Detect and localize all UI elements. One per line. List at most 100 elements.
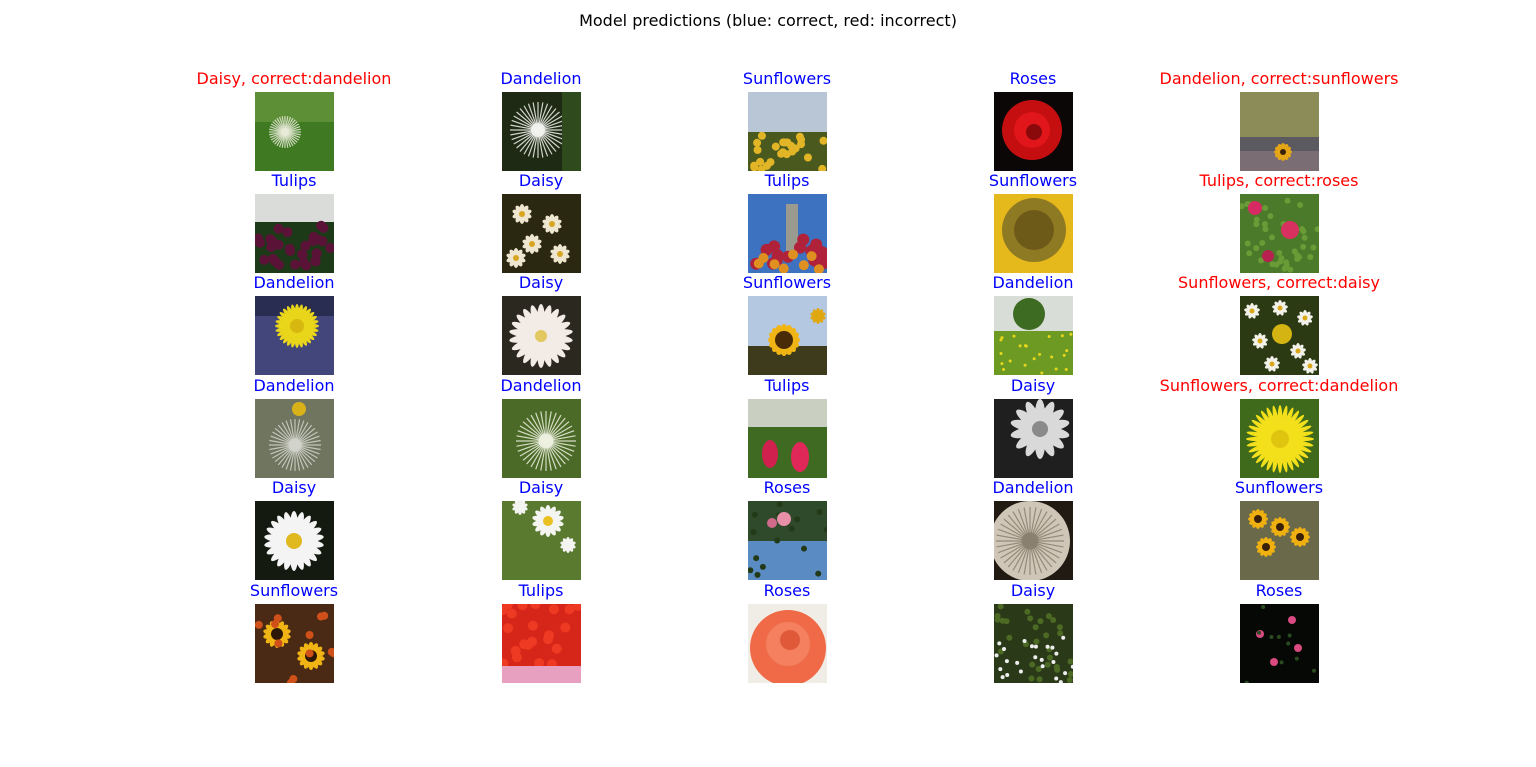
flower-image <box>1240 399 1319 478</box>
prediction-label: Tulips, correct:roses <box>1199 171 1359 190</box>
sunflower-closeup-image <box>994 194 1073 273</box>
daisies-field-image <box>502 501 581 580</box>
dandelion-seedhead-large-image <box>994 501 1073 580</box>
white-daisy-dark-image <box>255 501 334 580</box>
sunflower-sky-image <box>748 296 827 375</box>
prediction-label: Daisy <box>518 273 564 292</box>
prediction-cell: Roses <box>667 582 907 686</box>
flower-image <box>994 92 1073 171</box>
flower-image <box>502 296 581 375</box>
prediction-label: Tulips <box>764 171 810 190</box>
prediction-label: Sunflowers, correct:dandelion <box>1159 376 1399 395</box>
flower-image <box>255 194 334 273</box>
flower-image <box>748 604 827 683</box>
flower-image <box>502 604 581 683</box>
prediction-cell: Sunflowers <box>174 582 414 686</box>
prediction-cell: Roses <box>913 70 1153 174</box>
flower-image <box>748 296 827 375</box>
red-rose-image <box>994 92 1073 171</box>
prediction-label: Dandelion <box>253 376 335 395</box>
prediction-cell: Dandelion <box>421 70 661 174</box>
flower-image <box>1240 604 1319 683</box>
prediction-cell: Sunflowers <box>667 70 907 174</box>
prediction-label: Dandelion, correct:sunflowers <box>1159 69 1399 88</box>
orange-rose-image <box>748 604 827 683</box>
sunflower-field-image <box>748 92 827 171</box>
purple-tulips-image <box>255 194 334 273</box>
prediction-cell: Dandelion, correct:sunflowers <box>1159 70 1399 174</box>
flower-image <box>994 296 1073 375</box>
prediction-cell: Sunflowers <box>913 172 1153 276</box>
flower-image <box>1240 92 1319 171</box>
prediction-label: Daisy <box>1010 376 1056 395</box>
flower-image <box>748 194 827 273</box>
prediction-cell: Daisy <box>913 377 1153 481</box>
white-daisies-image <box>502 194 581 273</box>
prediction-label: Sunflowers <box>742 273 832 292</box>
prediction-label: Roses <box>763 581 811 600</box>
flower-image <box>502 194 581 273</box>
prediction-cell: Sunflowers <box>1159 479 1399 583</box>
sunflowers-group-image <box>1240 501 1319 580</box>
prediction-cell: Daisy <box>174 479 414 583</box>
prediction-cell: Dandelion <box>421 377 661 481</box>
prediction-cell: Tulips, correct:roses <box>1159 172 1399 276</box>
prediction-label: Dandelion <box>992 273 1074 292</box>
prediction-label: Roses <box>1255 581 1303 600</box>
flower-image <box>502 501 581 580</box>
prediction-label: Dandelion <box>500 69 582 88</box>
prediction-cell: Sunflowers <box>667 274 907 378</box>
prediction-cell: Tulips <box>421 582 661 686</box>
sunflower-bouquet-image <box>255 604 334 683</box>
prediction-cell: Dandelion <box>913 479 1153 583</box>
prediction-label: Daisy <box>518 171 564 190</box>
tulips-statue-image <box>748 194 827 273</box>
flower-image <box>1240 194 1319 273</box>
prediction-label: Sunflowers, correct:daisy <box>1178 273 1380 292</box>
dandelion-seeds-green-image <box>502 399 581 478</box>
prediction-label: Roses <box>763 478 811 497</box>
daisy-cluster-image <box>1240 296 1319 375</box>
flower-image <box>748 501 827 580</box>
flower-image <box>502 92 581 171</box>
prediction-label: Daisy <box>518 478 564 497</box>
white-daisy-closeup-image <box>502 296 581 375</box>
pink-roses-bush-image <box>1240 194 1319 273</box>
prediction-cell: Roses <box>1159 582 1399 686</box>
prediction-cell: Dandelion <box>913 274 1153 378</box>
prediction-cell: Tulips <box>667 377 907 481</box>
dandelion-puff-image <box>255 399 334 478</box>
prediction-cell: Daisy <box>913 582 1153 686</box>
flower-image <box>748 399 827 478</box>
yellow-dandelion-lavender-image <box>255 296 334 375</box>
prediction-label: Daisy, correct:dandelion <box>196 69 392 88</box>
flower-image <box>994 604 1073 683</box>
flower-image <box>502 399 581 478</box>
prediction-label: Dandelion <box>253 273 335 292</box>
flower-image <box>748 92 827 171</box>
prediction-label: Dandelion <box>500 376 582 395</box>
small-white-flowers-image <box>994 604 1073 683</box>
prediction-label: Roses <box>1009 69 1057 88</box>
roses-palm-image <box>748 501 827 580</box>
flower-image <box>1240 501 1319 580</box>
sunflower-road-image <box>1240 92 1319 171</box>
dandelion-seedhead-image <box>502 92 581 171</box>
flower-image <box>255 501 334 580</box>
prediction-label: Tulips <box>518 581 564 600</box>
dandelion-meadow-image <box>994 296 1073 375</box>
flower-image <box>255 604 334 683</box>
prediction-cell: Dandelion <box>174 377 414 481</box>
grayscale-daisy-image <box>994 399 1073 478</box>
prediction-label: Dandelion <box>992 478 1074 497</box>
prediction-cell: Sunflowers, correct:dandelion <box>1159 377 1399 481</box>
prediction-cell: Daisy, correct:dandelion <box>174 70 414 174</box>
prediction-cell: Tulips <box>174 172 414 276</box>
yellow-dandelion-bloom-image <box>1240 399 1319 478</box>
flower-image <box>994 399 1073 478</box>
prediction-grid: Daisy, correct:dandelion Dandelion Sunflow… <box>0 0 1536 767</box>
prediction-label: Tulips <box>271 171 317 190</box>
flower-image <box>255 296 334 375</box>
prediction-cell: Roses <box>667 479 907 583</box>
dandelion-seedhead-green-image <box>255 92 334 171</box>
